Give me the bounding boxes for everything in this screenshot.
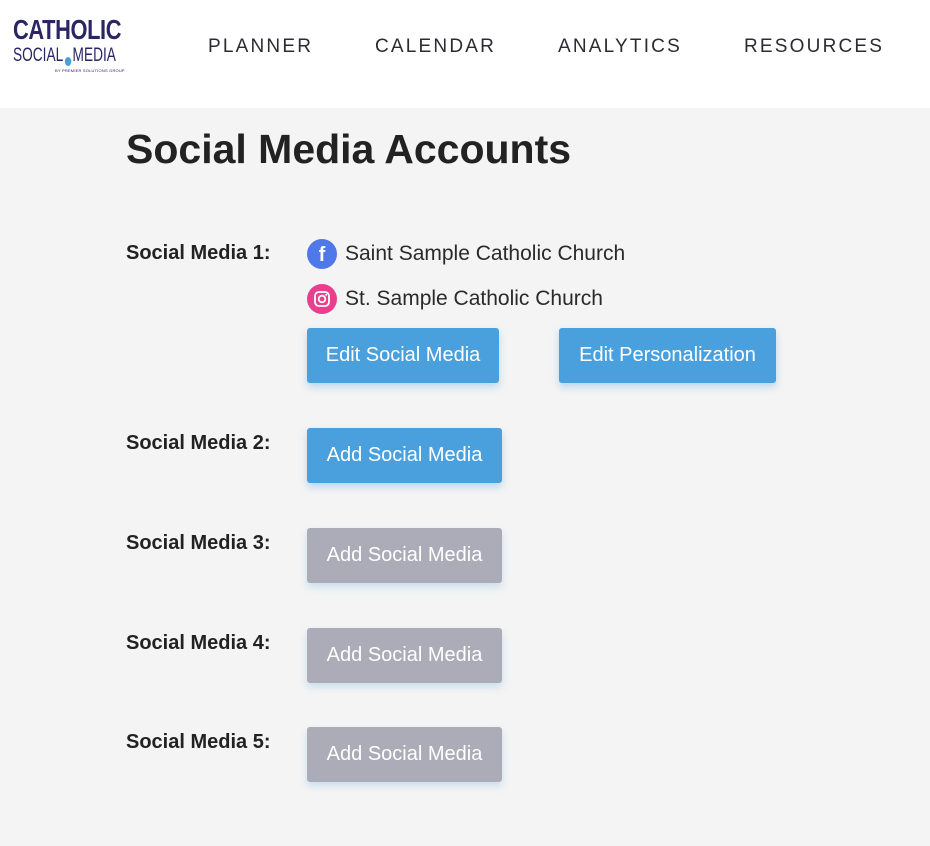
nav-resources[interactable]: RESOURCES [744, 36, 884, 58]
logo-media: MEDIA [72, 45, 116, 66]
facebook-icon: f [307, 239, 337, 269]
nav-planner[interactable]: PLANNER [208, 36, 313, 58]
add-social-media-3-button[interactable]: Add Social Media [307, 528, 502, 583]
instagram-account-name: St. Sample Catholic Church [345, 287, 603, 310]
page-title: Social Media Accounts [126, 126, 572, 172]
social-media-3-label: Social Media 3: [126, 532, 271, 554]
nav-analytics[interactable]: ANALYTICS [558, 36, 682, 58]
logo-social: SOCIAL [13, 45, 64, 66]
social-media-2-label: Social Media 2: [126, 432, 271, 454]
connected-account-facebook: f Saint Sample Catholic Church [307, 239, 625, 269]
logo-subtitle: BY PREMIER SOLUTIONS GROUP [55, 68, 125, 73]
add-social-media-2-button[interactable]: Add Social Media [307, 428, 502, 483]
social-media-4-label: Social Media 4: [126, 632, 271, 654]
edit-personalization-button[interactable]: Edit Personalization [559, 328, 776, 383]
add-social-media-4-button[interactable]: Add Social Media [307, 628, 502, 683]
social-media-1-label: Social Media 1: [126, 242, 271, 264]
instagram-icon [307, 284, 337, 314]
social-media-5-label: Social Media 5: [126, 731, 271, 753]
logo-cross-icon [64, 56, 72, 66]
catholic-social-media-logo[interactable]: CATHOLIC SOCIAL MEDIA BY PREMIER SOLUTION… [13, 16, 133, 76]
svg-text:f: f [319, 244, 326, 266]
add-social-media-5-button[interactable]: Add Social Media [307, 727, 502, 782]
logo-line2: SOCIAL MEDIA [13, 46, 116, 66]
top-header: CATHOLIC SOCIAL MEDIA BY PREMIER SOLUTION… [0, 0, 930, 108]
facebook-account-name: Saint Sample Catholic Church [345, 242, 626, 265]
connected-account-instagram: St. Sample Catholic Church [307, 284, 603, 314]
edit-social-media-button[interactable]: Edit Social Media [307, 328, 499, 383]
nav-calendar[interactable]: CALENDAR [375, 36, 496, 58]
logo-line1: CATHOLIC [13, 14, 122, 45]
